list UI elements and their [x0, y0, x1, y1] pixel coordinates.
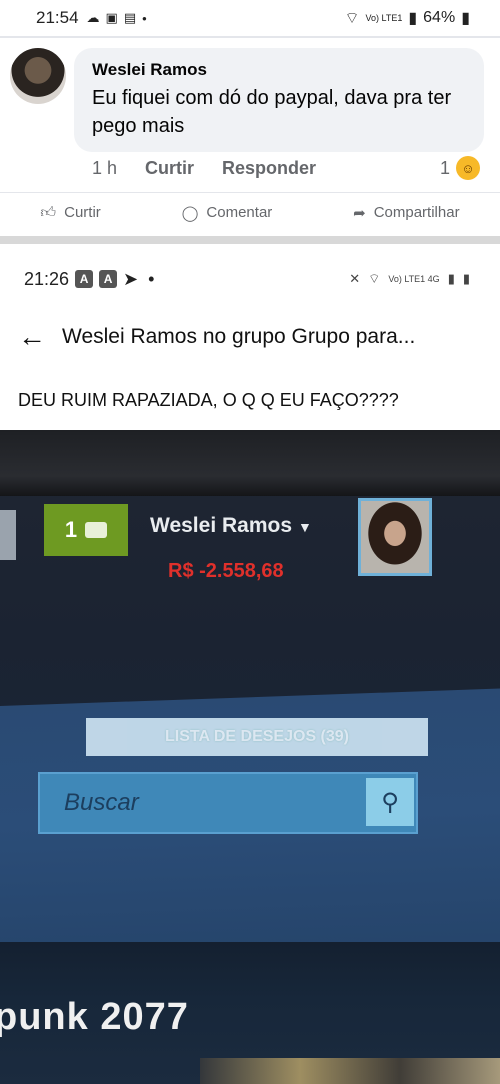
wifi-icon: ⌔ — [368, 271, 381, 286]
wifi-icon: ⌔ — [344, 10, 360, 27]
game-banner — [200, 1058, 500, 1084]
reaction-count: 1 — [440, 157, 451, 178]
comment-button[interactable]: ◯ Comentar — [182, 204, 273, 222]
screenshot-separator — [0, 236, 500, 244]
avatar[interactable] — [10, 48, 66, 104]
battery-icon: ▮ — [461, 10, 470, 27]
status-icons: ☁ ▣ ▤ • — [87, 10, 147, 26]
wishlist-button[interactable]: LISTA DE DESEJOS (39) — [86, 718, 428, 756]
username-label: Weslei Ramos — [150, 514, 293, 537]
status-right: ⌔ Vo) LTE1 ▮ 64% ▮ — [344, 8, 470, 28]
status-bar-second: 21:26 A A ➤ • ✕ ⌔ Vo) LTE1 4G ▮ ▮ — [0, 262, 500, 296]
post-action-bar: 👍︎ Curtir ◯ Comentar ➦ Compartilhar — [0, 192, 500, 232]
status-time: 21:26 — [24, 268, 70, 289]
steam-avatar[interactable] — [358, 498, 432, 576]
network-label: Vo) LTE1 — [365, 13, 403, 23]
search-icon[interactable]: ⚲ — [366, 778, 414, 826]
comment-author[interactable]: Weslei Ramos — [92, 60, 466, 80]
battery-label: 64% — [423, 9, 456, 26]
steam-left-box — [0, 510, 16, 560]
comment-time: 1 h — [92, 158, 118, 178]
notification-badge[interactable]: 1 — [44, 504, 128, 556]
divider — [0, 36, 500, 38]
comment: Weslei Ramos Eu fiquei com dó do paypal,… — [0, 40, 500, 188]
status-right: ✕ ⌔ Vo) LTE1 4G ▮ ▮ — [349, 271, 470, 287]
caret-down-icon: ▼ — [298, 519, 312, 535]
post-photo[interactable]: 1 Weslei Ramos ▼ R$ -2.558,68 LISTA DE DE… — [0, 430, 500, 1084]
share-button[interactable]: ➦ Compartilhar — [353, 204, 459, 222]
battery-icon: ▮ — [462, 271, 470, 286]
like-label: Curtir — [64, 204, 101, 221]
wishlist-label: LISTA DE DESEJOS (39) — [164, 728, 350, 745]
clipboard-icon: ▤ — [123, 10, 137, 25]
share-icon: ➦ — [353, 204, 366, 222]
comment-label: Comentar — [206, 204, 273, 221]
app-badge-a: A — [75, 270, 94, 288]
signal-icon: ▮ — [408, 10, 418, 27]
notification-count: 1 — [64, 517, 78, 542]
like-button[interactable]: 👍︎ Curtir — [40, 204, 100, 222]
dot-icon: • — [148, 268, 155, 289]
haha-icon: ☺ — [456, 156, 481, 180]
wallet-balance: R$ -2.558,68 — [168, 560, 284, 582]
search-placeholder: Buscar — [64, 789, 139, 816]
signal-icon: ▮ — [447, 271, 455, 286]
comment-like-button[interactable]: Curtir — [145, 158, 194, 179]
back-arrow-icon[interactable]: ← — [18, 321, 46, 353]
steam-username[interactable]: Weslei Ramos ▼ — [150, 514, 312, 538]
game-title: punk 2077 — [0, 996, 189, 1038]
image-icon: ▣ — [105, 10, 118, 25]
search-input[interactable]: Buscar — [38, 772, 418, 834]
post-text: DEU RUIM RAPAZIADA, O Q Q EU FAÇO???? — [18, 390, 399, 410]
monitor-bezel — [0, 430, 500, 496]
app-badge-b: A — [99, 270, 118, 288]
reaction-summary[interactable]: 1 ☺ — [440, 156, 481, 180]
dot-icon: • — [142, 10, 147, 26]
post-header: ← Weslei Ramos no grupo Grupo para... — [0, 312, 500, 362]
telegram-icon: ➤ — [123, 268, 139, 289]
status-time: 21:54 — [36, 8, 79, 27]
comment-text: Eu fiquei com dó do paypal, dava pra ter… — [92, 87, 452, 137]
envelope-icon — [85, 522, 108, 538]
mute-icon: ✕ — [349, 271, 361, 286]
status-bar-top: 21:54 ☁ ▣ ▤ • ⌔ Vo) LTE1 ▮ 64% ▮ — [0, 0, 500, 36]
comment-actions: 1 h Curtir Responder — [92, 158, 316, 179]
page-title: Weslei Ramos no grupo Grupo para... — [62, 325, 416, 348]
thumb-up-icon: 👍︎ — [40, 203, 57, 221]
comment-reply-button[interactable]: Responder — [222, 158, 316, 179]
share-label: Compartilhar — [373, 204, 460, 221]
comment-bubble: Weslei Ramos Eu fiquei com dó do paypal,… — [74, 48, 484, 152]
network-label: Vo) LTE1 4G — [388, 274, 440, 284]
cloud-icon: ☁ — [86, 10, 100, 25]
comment-icon: ◯ — [181, 204, 199, 222]
